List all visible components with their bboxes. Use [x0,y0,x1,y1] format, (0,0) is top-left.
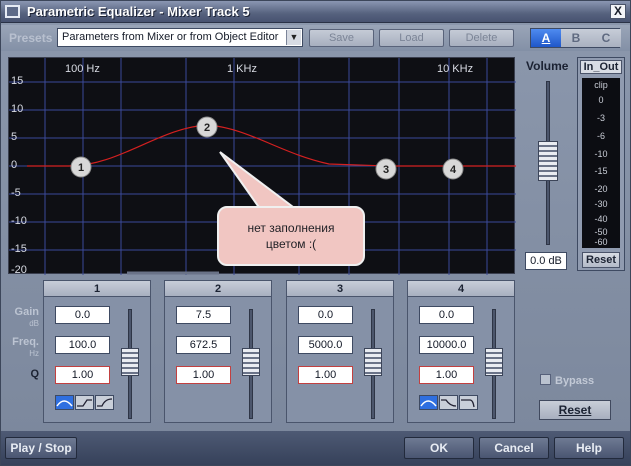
band-freq-field[interactable]: 100.0 [55,336,110,354]
bypass-label: Bypass [555,375,595,387]
band-gain-slider-thumb[interactable] [121,348,139,376]
band-gain-slider-thumb[interactable] [485,348,503,376]
band-gain-slider-thumb[interactable] [242,348,260,376]
band-gain-field[interactable]: 0.0 [419,306,474,324]
callout-line-2: цветом :( [265,237,317,251]
band-q-field[interactable]: 1.00 [176,366,231,384]
band-gain-field[interactable]: 7.5 [176,306,231,324]
play-stop-button[interactable]: Play / Stop [5,437,77,459]
peak-shape-icon[interactable] [419,395,438,410]
band-freq-field[interactable]: 10000.0 [419,336,474,354]
band-panel-2: 2 7.5 672.5 1.00 [164,280,272,423]
meter-display: clip 0 -3 -6 -10 -15 -20 -30 -40 -50 -60 [582,78,620,248]
preset-dropdown[interactable]: Parameters from Mixer or from Object Edi… [57,28,303,47]
low-pass-icon[interactable] [459,395,478,410]
db-label: -20 [11,264,27,276]
band-freq-field[interactable]: 672.5 [176,336,231,354]
window-icon [5,5,20,18]
freq-label: Freq. [12,336,39,348]
band-title: 2 [165,281,271,297]
meter-tick: 0 [598,95,604,105]
volume-value-field[interactable]: 0.0 dB [525,252,567,270]
reset-button[interactable]: Reset [539,400,611,420]
band-gain-field[interactable]: 0.0 [55,306,110,324]
band-freq-field[interactable]: 5000.0 [298,336,353,354]
band-q-field[interactable]: 1.00 [55,366,110,384]
band-gain-field[interactable]: 0.0 [298,306,353,324]
peak-shape-icon[interactable] [55,395,74,410]
freq-label-1khz: 1 KHz [227,63,257,75]
presets-label: Presets [9,31,53,45]
band-q-field[interactable]: 1.00 [298,366,353,384]
freq-label-100hz: 100 Hz [65,63,100,75]
title-bar: Parametric Equalizer - Mixer Track 5 X [1,1,630,23]
db-label: -5 [11,187,21,199]
meter-tick: -20 [594,184,608,194]
meter-tick: -40 [594,214,608,224]
db-label: 10 [11,103,24,115]
bottom-button-bar: Play / Stop OK Cancel Help [1,431,630,465]
db-label: -15 [11,243,27,255]
volume-slider-thumb[interactable] [538,141,558,181]
q-label: Q [30,368,39,380]
db-label: 0 [11,159,18,171]
eq-curve [27,124,516,167]
high-shelf-icon[interactable] [439,395,458,410]
meter-tick: -50 [594,227,608,237]
meter-tick: -60 [594,237,608,247]
meter-reset-button[interactable]: Reset [582,252,620,268]
volume-label: Volume [526,59,569,73]
band-gain-slider-thumb[interactable] [364,348,382,376]
freq-unit: Hz [29,349,39,358]
annotation-callout: нет заполнения цветом :( [217,206,365,266]
presets-toolbar: Presets Parameters from Mixer or from Ob… [1,25,630,51]
compare-c-button[interactable]: C [591,29,621,47]
in-out-meter: In_Out clip 0 -3 -6 -10 -15 -20 -30 -40 … [577,57,625,271]
cancel-button[interactable]: Cancel [479,437,549,459]
meter-title: In_Out [580,60,622,74]
gain-label: Gain [14,306,39,318]
save-button[interactable]: Save [309,29,374,47]
band-q-field[interactable]: 1.00 [419,366,474,384]
band-panel-1: 1 0.0 100.0 1.00 [43,280,151,423]
low-shelf-icon[interactable] [75,395,94,410]
delete-button[interactable]: Delete [449,29,514,47]
callout-line-1: нет заполнения [247,221,335,235]
close-button[interactable]: X [610,4,626,19]
ok-button[interactable]: OK [404,437,474,459]
compare-a-button[interactable]: A [531,29,561,47]
compare-b-button[interactable]: B [561,29,591,47]
meter-tick: -15 [594,166,608,176]
high-shelf-icon[interactable] [95,395,114,410]
chevron-down-icon[interactable]: ▼ [286,30,301,45]
band-title: 1 [44,281,150,297]
band-panel-3: 3 0.0 5000.0 1.00 [286,280,394,423]
meter-tick: clip [594,80,608,90]
freq-label-10khz: 10 KHz [437,63,474,75]
band-title: 4 [408,281,514,297]
window-title: Parametric Equalizer - Mixer Track 5 [27,4,250,19]
band-panel-4: 4 0.0 10000.0 1.00 [407,280,515,423]
equalizer-window: Parametric Equalizer - Mixer Track 5 X P… [0,0,631,466]
meter-tick: -6 [596,131,605,141]
db-label: 15 [11,75,24,87]
meter-tick: -30 [594,199,608,209]
band-title: 3 [287,281,393,297]
meter-tick: -3 [596,113,605,123]
bypass-checkbox-box[interactable] [540,374,551,385]
load-button[interactable]: Load [379,29,444,47]
meter-tick: -10 [594,149,608,159]
help-button[interactable]: Help [554,437,624,459]
db-label: 5 [11,131,18,143]
ab-compare-group: A B C [530,28,621,48]
bypass-checkbox[interactable]: Bypass [540,374,594,387]
gain-unit: dB [29,319,39,328]
preset-dropdown-value: Parameters from Mixer or from Object Edi… [62,31,279,43]
db-label: -10 [11,215,27,227]
